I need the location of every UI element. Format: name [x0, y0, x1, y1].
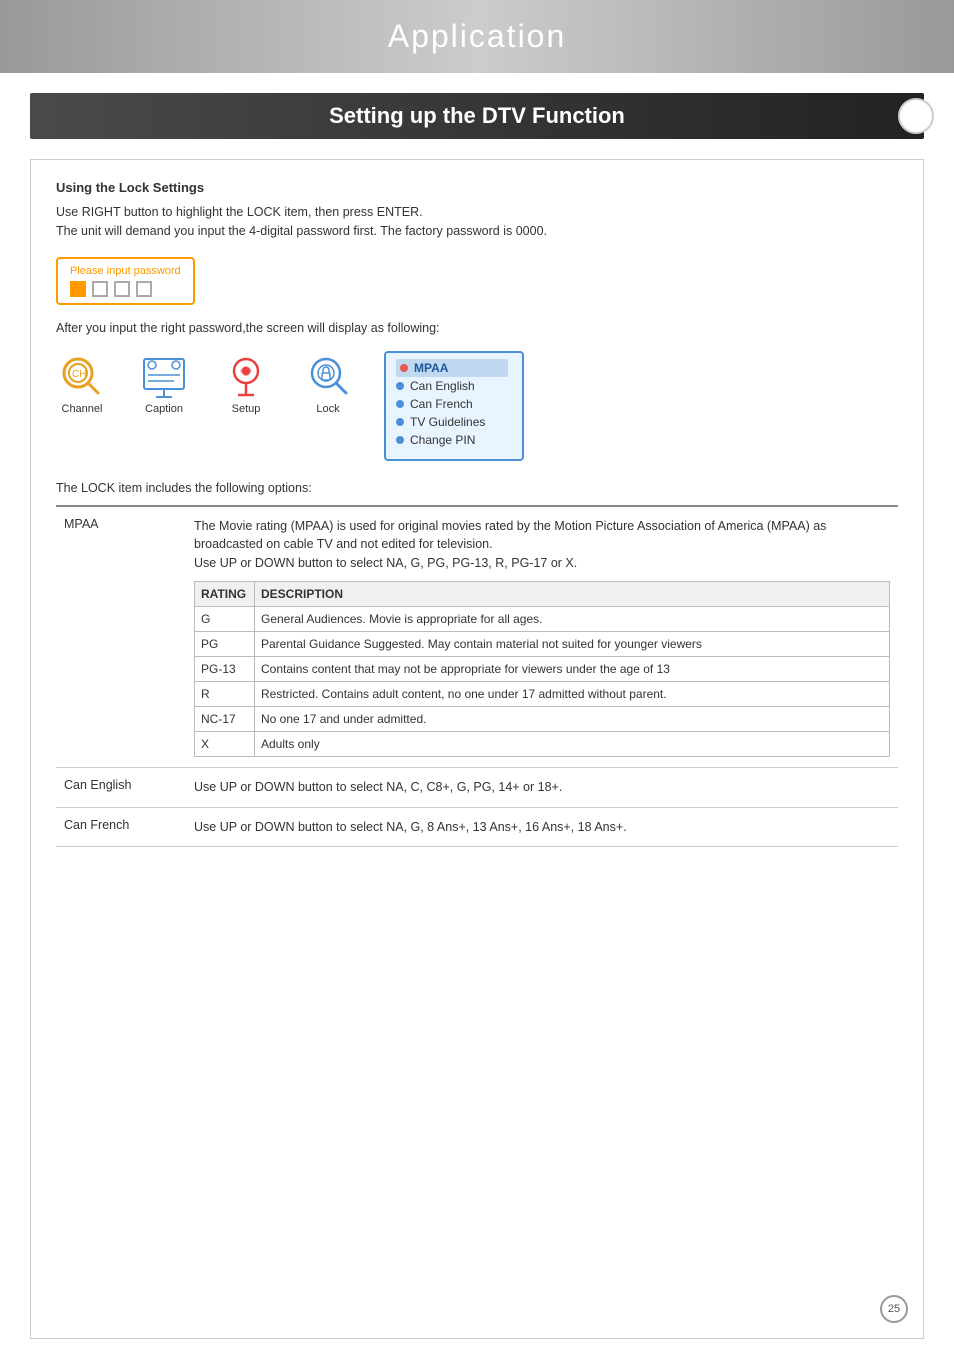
- desc-pg13: Contains content that may not be appropr…: [255, 656, 890, 681]
- lock-menu-item-can-french[interactable]: Can French: [396, 395, 508, 413]
- desc-r: Restricted. Contains adult content, no o…: [255, 681, 890, 706]
- info-row-can-french: Can French Use UP or DOWN button to sele…: [56, 808, 898, 848]
- channel-label: Channel: [62, 403, 103, 415]
- channel-icon-item: CH Channel: [56, 351, 108, 415]
- mpaa-text: The Movie rating (MPAA) is used for orig…: [194, 517, 890, 573]
- table-row: PG Parental Guidance Suggested. May cont…: [195, 631, 890, 656]
- lock-settings-heading: Using the Lock Settings: [56, 180, 898, 195]
- rating-header-rating: RATING: [195, 581, 255, 606]
- rating-pg: PG: [195, 631, 255, 656]
- circle-badge: [898, 98, 934, 134]
- password-label: Please input password: [70, 265, 181, 277]
- rating-table-body: G General Audiences. Movie is appropriat…: [195, 606, 890, 756]
- desc-nc17: No one 17 and under admitted.: [255, 706, 890, 731]
- intro-line1: Use RIGHT button to highlight the LOCK i…: [56, 203, 898, 222]
- icons-row: CH Channel Caption: [56, 351, 354, 415]
- password-square-2: [92, 281, 108, 297]
- password-square-1: [70, 281, 86, 297]
- table-row: X Adults only: [195, 731, 890, 756]
- info-label-mpaa: MPAA: [56, 507, 186, 767]
- info-content-can-french: Use UP or DOWN button to select NA, G, 8…: [186, 808, 898, 847]
- bullet-can-french: [396, 400, 404, 408]
- password-square-4: [136, 281, 152, 297]
- desc-pg: Parental Guidance Suggested. May contain…: [255, 631, 890, 656]
- info-table-section: MPAA The Movie rating (MPAA) is used for…: [56, 505, 898, 848]
- bullet-tv-guidelines: [396, 418, 404, 426]
- lock-menu-item-change-pin[interactable]: Change PIN: [396, 431, 508, 449]
- desc-x: Adults only: [255, 731, 890, 756]
- info-label-can-french: Can French: [56, 808, 186, 847]
- table-row: PG-13 Contains content that may not be a…: [195, 656, 890, 681]
- section-title: Setting up the DTV Function: [329, 103, 625, 128]
- lock-menu-label-change-pin: Change PIN: [410, 433, 475, 447]
- info-label-can-english: Can English: [56, 768, 186, 807]
- svg-text:CH: CH: [72, 369, 86, 380]
- lock-options-text: The LOCK item includes the following opt…: [56, 481, 898, 495]
- table-row: NC-17 No one 17 and under admitted.: [195, 706, 890, 731]
- desc-g: General Audiences. Movie is appropriate …: [255, 606, 890, 631]
- lock-menu-item-mpaa[interactable]: MPAA: [396, 359, 508, 377]
- lock-menu-label-can-french: Can French: [410, 397, 473, 411]
- caption-icon: [138, 351, 190, 403]
- setup-icon-item: Setup: [220, 351, 272, 415]
- lock-menu-container: MPAA Can English Can French TV Guideline…: [384, 351, 524, 461]
- lock-icon-item: Lock: [302, 351, 354, 415]
- lock-menu-label-mpaa: MPAA: [414, 361, 448, 375]
- info-content-mpaa: The Movie rating (MPAA) is used for orig…: [186, 507, 898, 767]
- caption-label: Caption: [145, 403, 183, 415]
- page-header: Application: [0, 0, 954, 73]
- info-row-can-english: Can English Use UP or DOWN button to sel…: [56, 768, 898, 808]
- lock-menu-item-can-english[interactable]: Can English: [396, 377, 508, 395]
- lock-menu-item-tv-guidelines[interactable]: TV Guidelines: [396, 413, 508, 431]
- after-text: After you input the right password,the s…: [56, 321, 898, 335]
- section-title-bar: Setting up the DTV Function: [30, 93, 924, 139]
- info-content-can-english: Use UP or DOWN button to select NA, C, C…: [186, 768, 898, 807]
- page-title: Application: [0, 18, 954, 55]
- bullet-can-english: [396, 382, 404, 390]
- setup-label: Setup: [232, 403, 261, 415]
- info-row-mpaa: MPAA The Movie rating (MPAA) is used for…: [56, 507, 898, 768]
- lock-icon: [302, 351, 354, 403]
- lock-label: Lock: [316, 403, 339, 415]
- password-squares: [70, 281, 181, 297]
- password-box: Please input password: [56, 257, 195, 305]
- rating-x: X: [195, 731, 255, 756]
- main-content: Using the Lock Settings Use RIGHT button…: [30, 159, 924, 1339]
- table-row: R Restricted. Contains adult content, no…: [195, 681, 890, 706]
- rating-nc17: NC-17: [195, 706, 255, 731]
- lock-popup: MPAA Can English Can French TV Guideline…: [384, 351, 524, 461]
- caption-icon-item: Caption: [138, 351, 190, 415]
- rating-g: G: [195, 606, 255, 631]
- channel-icon: CH: [56, 351, 108, 403]
- lock-menu-label-can-english: Can English: [410, 379, 475, 393]
- bullet-change-pin: [396, 436, 404, 444]
- rating-header-description: DESCRIPTION: [255, 581, 890, 606]
- intro-line2: The unit will demand you input the 4-dig…: [56, 222, 898, 241]
- rating-r: R: [195, 681, 255, 706]
- bullet-mpaa: [400, 364, 408, 372]
- password-square-3: [114, 281, 130, 297]
- setup-icon: [220, 351, 272, 403]
- lock-menu-label-tv-guidelines: TV Guidelines: [410, 415, 485, 429]
- rating-pg13: PG-13: [195, 656, 255, 681]
- page-number: 25: [880, 1295, 908, 1323]
- rating-table: RATING DESCRIPTION G General Audiences. …: [194, 581, 890, 757]
- table-row: G General Audiences. Movie is appropriat…: [195, 606, 890, 631]
- intro-text: Use RIGHT button to highlight the LOCK i…: [56, 203, 898, 241]
